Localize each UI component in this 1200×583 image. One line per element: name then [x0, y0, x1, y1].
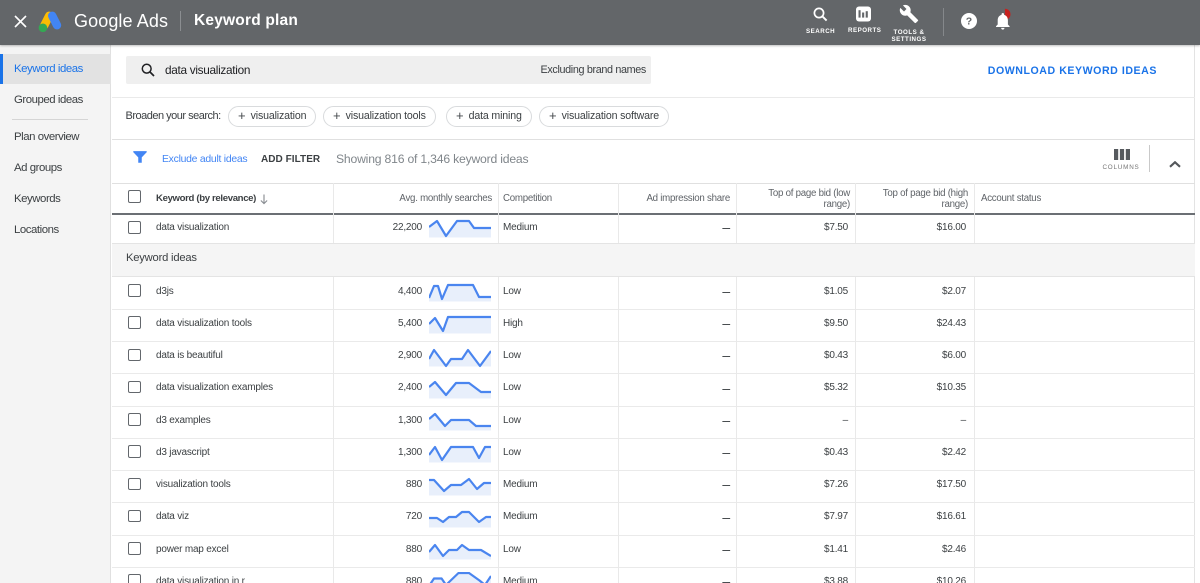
svg-text:?: ? — [966, 16, 972, 28]
